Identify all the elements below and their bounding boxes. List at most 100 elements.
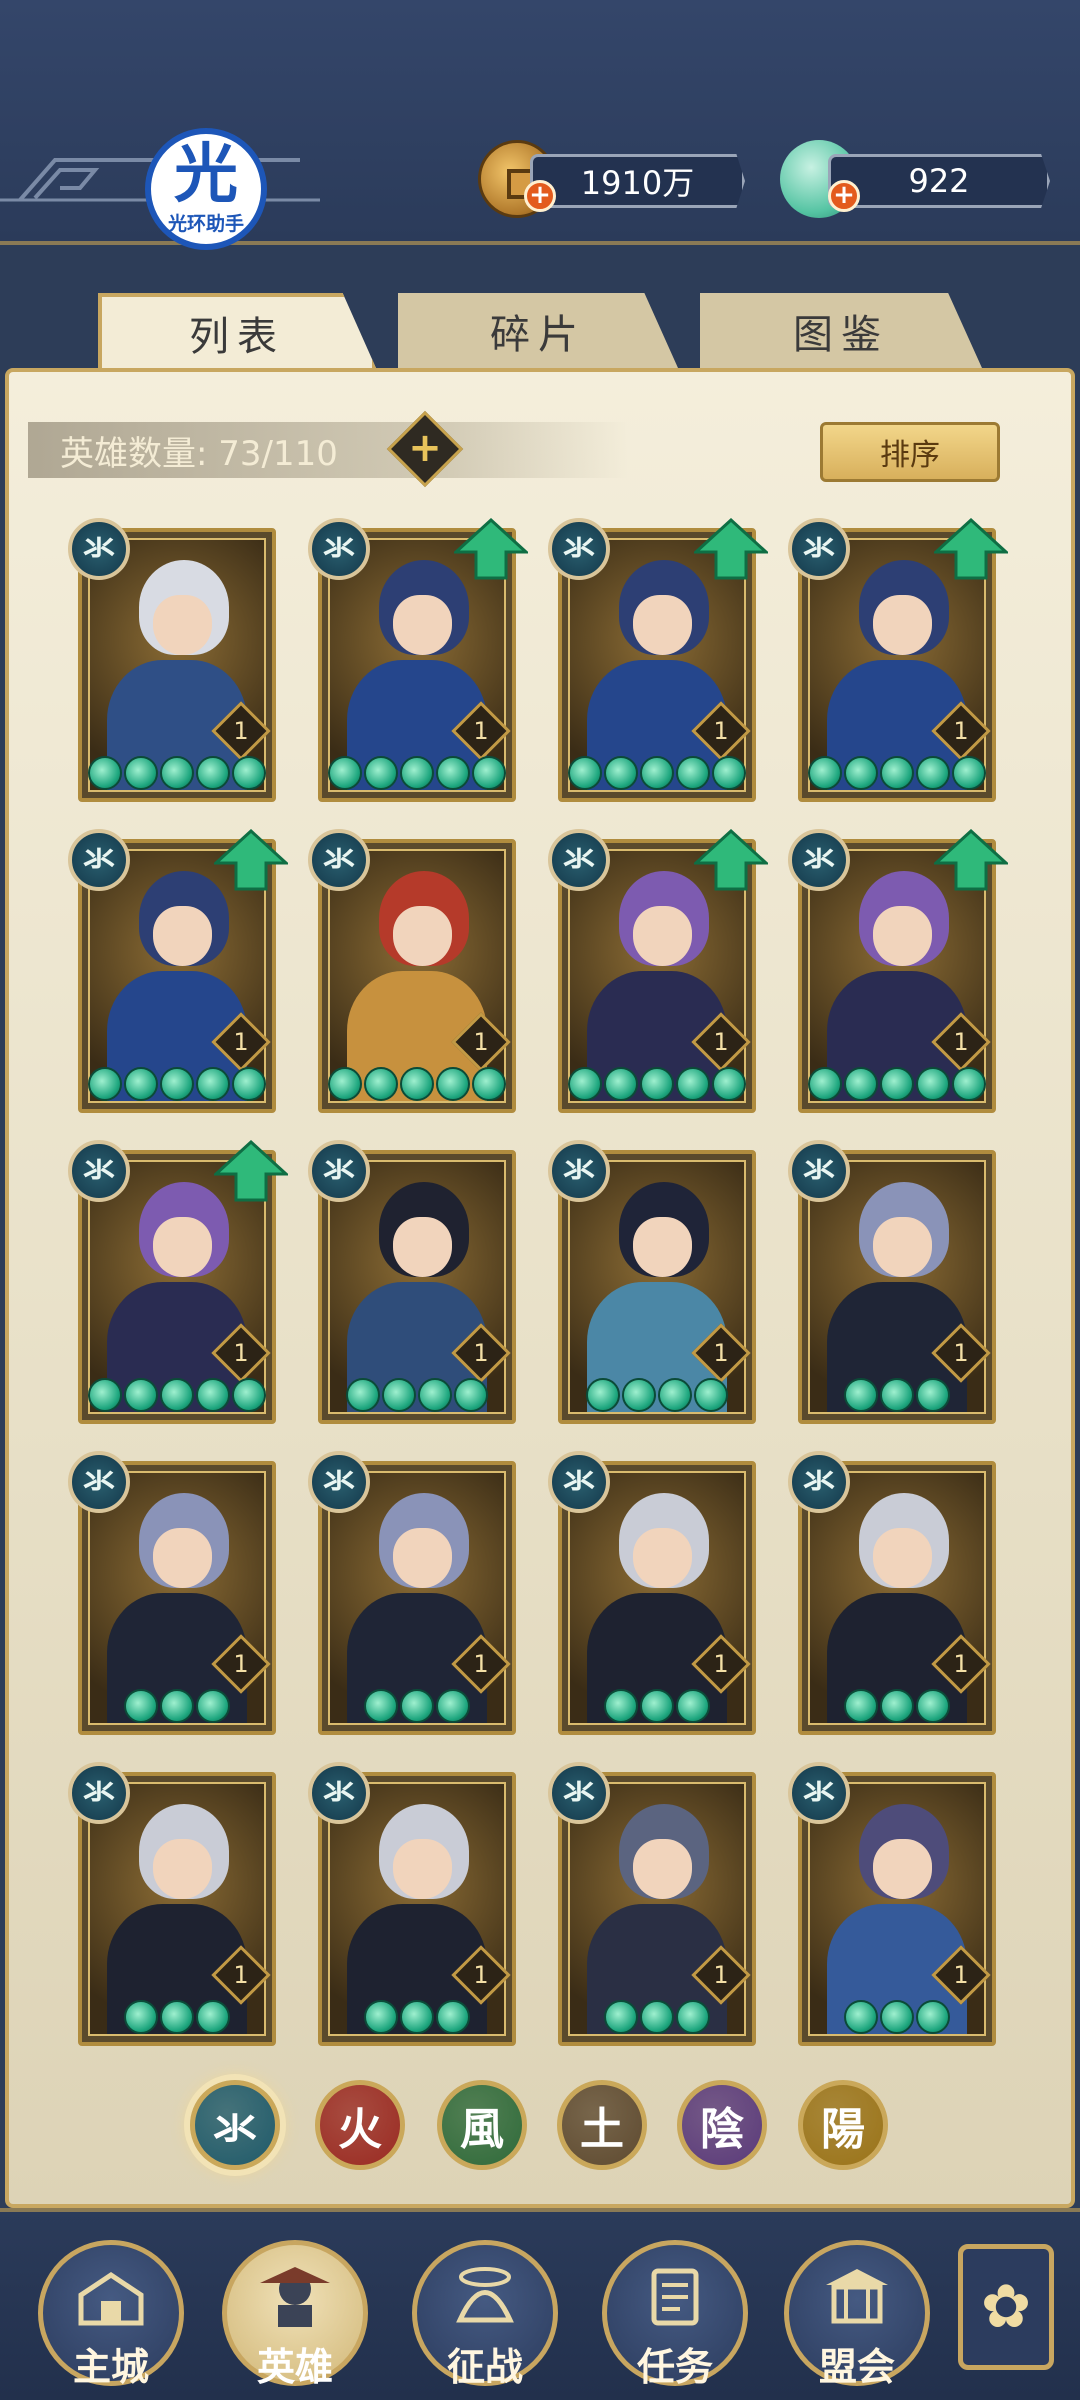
water-element-icon: 氺 [548,1140,610,1202]
hero-card[interactable]: 氺1 [68,518,276,802]
hero-star-rating [802,1689,992,1729]
jade-star-icon [124,1067,158,1101]
hero-face [392,1217,452,1277]
hero-card[interactable]: 氺1 [308,1140,516,1424]
jade-star-icon [604,1067,638,1101]
hero-card[interactable]: 氺1 [548,518,768,802]
hero-level: 1 [953,1339,969,1367]
hero-card[interactable]: 氺1 [308,1762,516,2046]
hero-card[interactable]: 氺1 [548,1140,756,1424]
hero-star-rating [322,2000,512,2040]
filter-wind-icon[interactable]: 風 [437,2080,527,2170]
jade-star-icon [808,1067,842,1101]
jade-star-icon [88,1378,122,1412]
jade-star-icon [400,756,434,790]
upgrade-arrow-icon [934,829,1008,891]
hero-card[interactable]: 氺1 [68,1451,276,1735]
hero-card[interactable]: 氺1 [548,829,768,1113]
hero-face [872,1528,932,1588]
hero-level: 1 [953,717,969,745]
jade-star-icon [124,1689,158,1723]
nav-label: 任务 [636,2345,713,2389]
filter-fire-icon[interactable]: 火 [315,2080,405,2170]
hero-star-rating [802,1378,992,1418]
tab-list[interactable]: 列表 [98,293,376,368]
jade-star-icon [640,756,674,790]
jade-star-icon [568,756,602,790]
jade-star-icon [196,1689,230,1723]
hero-face [152,906,212,966]
hero-face [152,595,212,655]
water-element-icon: 氺 [548,518,610,580]
hero-face [632,1839,692,1899]
filter-yin-icon[interactable]: 陰 [677,2080,767,2170]
flower-menu-icon[interactable]: ✿ [958,2244,1054,2370]
water-element-icon: 氺 [788,1451,850,1513]
hero-face [152,1528,212,1588]
jade-star-icon [160,1378,194,1412]
hero-card[interactable]: 氺1 [548,1451,756,1735]
hero-face [392,1528,452,1588]
add-coin-button[interactable]: + [524,180,556,212]
jade-star-icon [364,2000,398,2034]
jade-star-icon [124,756,158,790]
hero-level: 1 [473,1961,489,1989]
jade-star-icon [604,2000,638,2034]
hero-card[interactable]: 氺1 [788,1140,996,1424]
hero-card[interactable]: 氺1 [788,829,1008,1113]
hero-level: 1 [473,1339,489,1367]
hero-star-rating [562,1689,752,1729]
jade-star-icon [436,1689,470,1723]
hero-level: 1 [473,1650,489,1678]
jade-star-icon [232,1378,266,1412]
filter-earth-icon[interactable]: 土 [557,2080,647,2170]
hero-card[interactable]: 氺1 [548,1762,756,2046]
hero-level: 1 [233,1028,249,1056]
water-element-icon: 氺 [68,518,130,580]
jade-star-icon [196,756,230,790]
jade-star-icon [640,1689,674,1723]
hero-card[interactable]: 氺1 [68,1140,288,1424]
jade-star-icon [124,1378,158,1412]
jade-star-icon [436,1067,470,1101]
jade-star-icon [400,1689,434,1723]
hero-card[interactable]: 氺1 [68,829,288,1113]
tab-codex[interactable]: 图鉴 [700,293,982,368]
upgrade-arrow-icon [694,518,768,580]
hero-card[interactable]: 氺1 [788,518,1008,802]
hero-card[interactable]: 氺1 [68,1762,276,2046]
jade-star-icon [232,1067,266,1101]
jade-star-icon [232,756,266,790]
filter-yang-icon[interactable]: 陽 [798,2080,888,2170]
hero-face [152,1839,212,1899]
filter-water-icon[interactable]: 氺 [190,2080,280,2170]
jade-star-icon [400,2000,434,2034]
jade-star-icon [454,1378,488,1412]
hero-count-label: 英雄数量: 73/110 [28,422,628,478]
hero-star-rating [562,1067,752,1107]
hero-level: 1 [473,1028,489,1056]
jade-star-icon [196,2000,230,2034]
jade-star-icon [346,1378,380,1412]
jade-star-icon [640,2000,674,2034]
hero-star-rating [802,756,992,796]
hero-face [872,1839,932,1899]
hero-star-rating [322,1378,512,1418]
tab-fragments[interactable]: 碎片 [398,293,678,368]
hero-card[interactable]: 氺1 [788,1451,996,1735]
add-jade-button[interactable]: + [828,180,860,212]
jade-star-icon [88,756,122,790]
hero-card[interactable]: 氺1 [308,1451,516,1735]
jade-star-icon [604,1689,638,1723]
jade-star-icon [880,1689,914,1723]
sort-button[interactable]: 排序 [820,422,1000,482]
jade-star-icon [676,1689,710,1723]
hero-card[interactable]: 氺1 [788,1762,996,2046]
hero-level: 1 [713,717,729,745]
player-avatar-badge[interactable]: 光 光环助手 [145,128,267,250]
hero-card[interactable]: 氺1 [308,829,516,1113]
hero-card[interactable]: 氺1 [308,518,528,802]
jade-star-icon [604,756,638,790]
jade-star-icon [880,756,914,790]
hero-star-rating [82,1067,272,1107]
